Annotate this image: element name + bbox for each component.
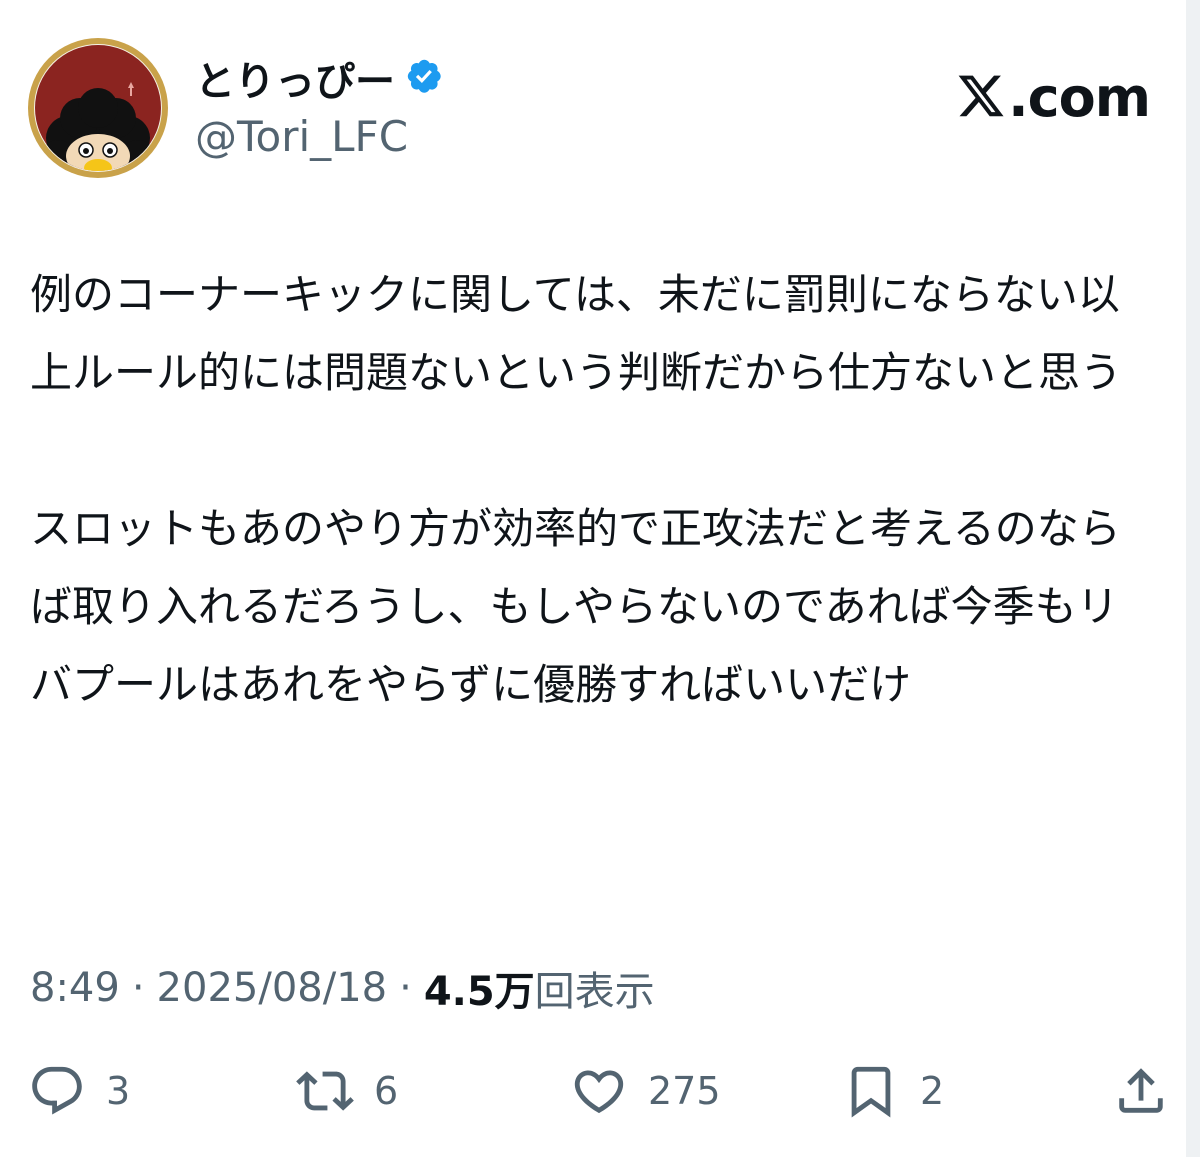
avatar[interactable]: [28, 38, 168, 178]
share-icon: [1119, 1068, 1163, 1113]
x-logo-icon: [958, 75, 1004, 116]
repost-button[interactable]: 6: [296, 1060, 398, 1122]
verified-badge-icon: [407, 59, 441, 93]
bookmark-count: 2: [920, 1069, 945, 1113]
reply-count: 3: [106, 1069, 131, 1113]
heart-icon: [574, 1070, 624, 1114]
meta-separator: ·: [131, 965, 145, 1011]
bookmark-button[interactable]: 2: [842, 1060, 944, 1122]
author-name-row: とりっぴー: [195, 48, 447, 108]
like-button[interactable]: 275: [570, 1060, 721, 1122]
views-count: 4.5万: [423, 969, 535, 1015]
bookmark-icon: [851, 1066, 891, 1118]
scroll-edge: [1186, 0, 1200, 1157]
reply-icon: [32, 1066, 82, 1115]
author-handle[interactable]: @Tori_LFC: [195, 112, 408, 161]
like-count: 275: [648, 1069, 721, 1113]
tweet-time[interactable]: 8:49: [30, 965, 120, 1011]
tweet-paragraph: スロットもあのやり方が効率的で正攻法だと考えるのならば取り入れるだろうし、もしや…: [30, 504, 1121, 709]
tweet-paragraph: 例のコーナーキックに関しては、未だに罰則にならない以上ルール的には問題ないという…: [30, 270, 1123, 397]
repost-icon: [296, 1071, 354, 1111]
action-bar: 3 6 275 2: [0, 1060, 1200, 1122]
views-label: 回表示: [534, 969, 655, 1015]
share-button[interactable]: [1112, 1060, 1170, 1122]
tweet-meta: 8:49 · 2025/08/18 · 4.5万 回表示: [30, 960, 655, 1016]
brand-text: .com: [1008, 66, 1151, 129]
brand-watermark: .com: [956, 66, 1151, 129]
meta-separator: ·: [399, 965, 412, 1011]
tweet-date[interactable]: 2025/08/18: [157, 965, 388, 1011]
repost-count: 6: [374, 1069, 399, 1113]
reply-button[interactable]: 3: [28, 1060, 130, 1122]
display-name[interactable]: とりっぴー: [195, 49, 395, 107]
avatar-image: [28, 38, 168, 178]
tweet-text: 例のコーナーキックに関しては、未だに罰則にならない以上ルール的には問題ないという…: [30, 256, 1140, 724]
